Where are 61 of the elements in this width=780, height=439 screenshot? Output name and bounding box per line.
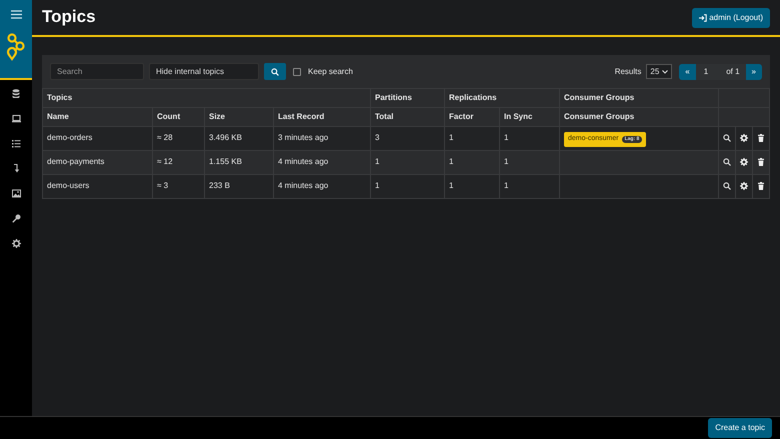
settings-icon[interactable]	[740, 134, 748, 142]
login-icon	[699, 14, 708, 22]
table-cell: demo-users	[42, 174, 152, 198]
create-topic-button[interactable]: Create a topic	[708, 418, 772, 438]
page-count: of 1	[725, 66, 741, 78]
page-title: Topics	[42, 7, 96, 28]
next-page-button[interactable]: »	[746, 64, 762, 80]
search-icon[interactable]	[723, 134, 731, 142]
table-cell: ≈ 3	[152, 174, 204, 198]
search-field[interactable]: Search	[50, 63, 144, 80]
column-group-header: Topics	[42, 88, 370, 108]
filter-field[interactable]: Hide internal topics	[149, 63, 259, 80]
page-number: 1	[702, 66, 710, 78]
table-cell: 1	[500, 174, 560, 198]
column-group-header: Partitions	[370, 88, 444, 108]
column-header: Last Record	[274, 108, 370, 126]
menu-icon[interactable]	[10, 10, 22, 19]
table-cell: 3 minutes ago	[274, 126, 370, 150]
table-cell: 1	[500, 150, 560, 174]
table-cell: ≈ 28	[152, 126, 204, 150]
table-cell: 3.496 KB	[204, 126, 274, 150]
table-cell: demo-payments	[42, 150, 152, 174]
table-cell: 4 minutes ago	[274, 174, 370, 198]
table-cell: 1	[370, 174, 444, 198]
table-cell: 1	[370, 150, 444, 174]
table-cell: 3	[370, 126, 444, 150]
table-cell: 1	[444, 174, 500, 198]
table-cell: 1	[444, 126, 500, 150]
table-cell: 1.155 KB	[204, 150, 274, 174]
column-header: Factor	[444, 108, 500, 126]
table-cell: 4 minutes ago	[274, 150, 370, 174]
logout-button[interactable]: admin (Logout)	[692, 8, 770, 28]
keep-search-label: Keep search	[308, 66, 353, 78]
table-cell: 1	[500, 126, 560, 150]
search-icon	[271, 68, 279, 76]
delete-icon[interactable]	[757, 158, 765, 166]
table-cell: demo-orders	[42, 126, 152, 150]
column-header: Consumer Groups	[560, 108, 718, 126]
column-header: Name	[42, 108, 152, 126]
results-label: Results	[614, 66, 642, 78]
keep-search-checkbox[interactable]	[293, 68, 301, 76]
search-icon[interactable]	[723, 182, 731, 190]
table-cell: 1	[444, 150, 500, 174]
table-cell: ≈ 12	[152, 150, 204, 174]
search-icon[interactable]	[723, 158, 731, 166]
settings-icon[interactable]	[740, 158, 748, 166]
column-header: Size	[204, 108, 274, 126]
page-size-select[interactable]: 25	[646, 64, 672, 79]
column-header: In Sync	[500, 108, 560, 126]
table-cell: 233 B	[204, 174, 274, 198]
column-group-header: Consumer Groups	[560, 88, 718, 108]
column-header: Total	[370, 108, 444, 126]
column-group-header: Replications	[444, 88, 560, 108]
delete-icon[interactable]	[757, 182, 765, 190]
previous-page-button[interactable]: «	[679, 64, 696, 80]
caret-icon	[662, 70, 668, 74]
logo-icon	[6, 33, 26, 61]
settings-icon[interactable]	[740, 182, 748, 190]
search-button[interactable]	[264, 63, 286, 80]
delete-icon[interactable]	[757, 134, 765, 142]
column-header: Count	[152, 108, 204, 126]
